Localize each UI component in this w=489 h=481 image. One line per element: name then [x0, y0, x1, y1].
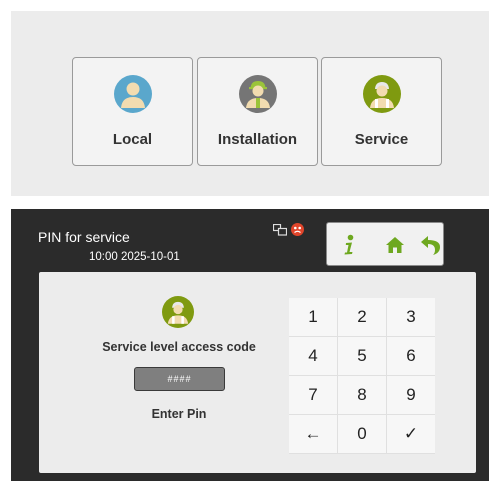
- back-button[interactable]: [415, 230, 445, 260]
- enter-pin-label: Enter Pin: [151, 407, 207, 421]
- key-2[interactable]: 2: [338, 298, 386, 336]
- pin-panel: Service level access code #### Enter Pin…: [39, 272, 476, 473]
- key-8[interactable]: 8: [338, 376, 386, 414]
- home-button[interactable]: [380, 230, 410, 260]
- pin-input[interactable]: ####: [134, 367, 225, 391]
- network-icon: [273, 223, 287, 236]
- key-5[interactable]: 5: [338, 337, 386, 375]
- installation-label: Installation: [217, 131, 298, 148]
- installation-button[interactable]: Installation: [197, 57, 318, 166]
- alert-icon: [291, 223, 304, 236]
- key-1[interactable]: 1: [289, 298, 337, 336]
- info-button[interactable]: [334, 230, 364, 260]
- key-6[interactable]: 6: [387, 337, 435, 375]
- local-label: Local: [112, 131, 153, 148]
- info-icon: [341, 234, 357, 256]
- page-title: PIN for service: [38, 229, 130, 245]
- keypad: 1 2 3 4 5 6 7 8 9 ← 0 ✓: [289, 298, 435, 454]
- user-icon: [113, 75, 152, 113]
- pin-screen: PIN for service 10:00 2025-10-01 Service…: [11, 209, 489, 481]
- service-technician-icon: [362, 75, 401, 113]
- toolbar: [326, 222, 444, 266]
- service-label: Service: [354, 131, 409, 148]
- key-3[interactable]: 3: [387, 298, 435, 336]
- key-7[interactable]: 7: [289, 376, 337, 414]
- installer-icon: [238, 75, 277, 113]
- status-icons: [273, 223, 304, 236]
- back-arrow-icon: [419, 234, 441, 256]
- key-4[interactable]: 4: [289, 337, 337, 375]
- local-button[interactable]: Local: [72, 57, 193, 166]
- access-code-label: Service level access code: [102, 340, 256, 354]
- role-selection-screen: Local Installation Service: [11, 11, 489, 196]
- confirm-key[interactable]: ✓: [387, 415, 435, 453]
- service-technician-icon: [162, 296, 194, 328]
- key-9[interactable]: 9: [387, 376, 435, 414]
- datetime: 10:00 2025-10-01: [89, 251, 180, 263]
- key-0[interactable]: 0: [338, 415, 386, 453]
- service-button[interactable]: Service: [321, 57, 442, 166]
- home-icon: [385, 236, 405, 254]
- backspace-key[interactable]: ←: [289, 415, 337, 453]
